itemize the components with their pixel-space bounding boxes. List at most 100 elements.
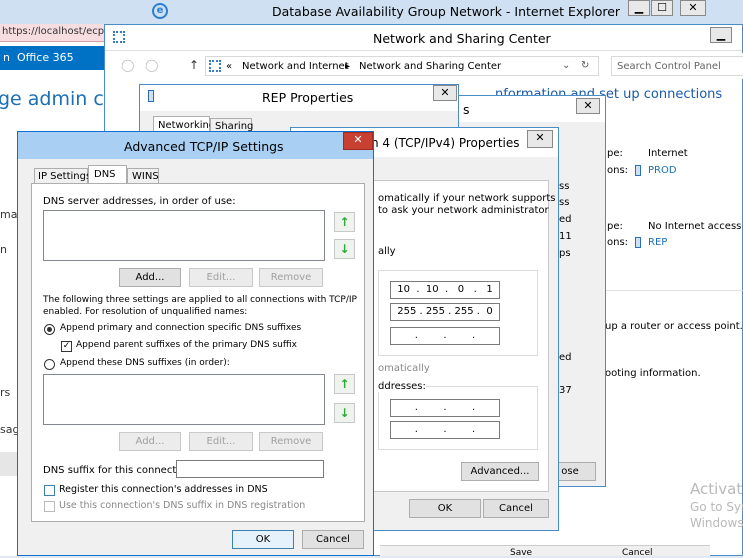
activate-windows-2: Go to Sys bbox=[690, 500, 743, 514]
ipv4-auto-dns-label: omatically bbox=[378, 363, 430, 374]
search-input[interactable]: Search Control Panel bbox=[611, 56, 743, 76]
refresh-icon[interactable]: ↻ bbox=[581, 60, 589, 71]
radio-append-these[interactable] bbox=[44, 359, 55, 370]
minimize-button[interactable]: ▁ bbox=[628, 0, 650, 16]
breadcrumb[interactable]: « Network and Internet ▸ Network and Sha… bbox=[205, 56, 599, 76]
dns-servers-list[interactable] bbox=[43, 210, 325, 261]
breadcrumb-item-nsc[interactable]: Network and Sharing Center bbox=[359, 61, 501, 72]
status-frag-4: 11 bbox=[559, 231, 572, 242]
tab-wins[interactable]: WINS bbox=[127, 168, 159, 184]
connections-label-2: ons: bbox=[607, 237, 629, 248]
suffix-edit-label: Edit... bbox=[206, 436, 236, 447]
advanced-cancel-label: Cancel bbox=[316, 534, 350, 545]
alternate-dns-field[interactable]: . . . bbox=[390, 421, 500, 439]
status-frag-5: ps bbox=[559, 248, 571, 259]
forward-arrow-icon[interactable]: ◯ bbox=[145, 58, 158, 72]
ethernet-close-label: ose bbox=[561, 466, 579, 477]
tab-ip-settings-label: IP Settings bbox=[38, 171, 92, 182]
suffix-add-button[interactable]: Add... bbox=[119, 432, 181, 451]
radio-selected-dot bbox=[47, 327, 52, 332]
suffix-remove-button[interactable]: Remove bbox=[259, 432, 323, 451]
troubleshoot-text[interactable]: ooting information. bbox=[605, 368, 701, 379]
dns-edit-button[interactable]: Edit... bbox=[189, 268, 253, 287]
dns-add-label: Add... bbox=[135, 272, 165, 283]
breadcrumb-item-network[interactable]: Network and Internet bbox=[242, 61, 349, 72]
suffix-remove-label: Remove bbox=[270, 436, 312, 447]
tab-networking-label: Networking bbox=[158, 120, 216, 131]
breadcrumb-separator: ▸ bbox=[345, 61, 351, 72]
dns-tab-panel: DNS server addresses, in order of use: ↑… bbox=[31, 183, 365, 522]
tab-wins-label: WINS bbox=[132, 171, 159, 182]
underlying-cancel-button[interactable]: Cancel bbox=[622, 548, 653, 558]
office-nav-menu-icon[interactable]: n bbox=[3, 51, 10, 64]
back-arrow-icon[interactable]: ◯ bbox=[121, 58, 134, 72]
status-frag-3: ed bbox=[559, 214, 572, 225]
advanced-close-button[interactable]: ✕ bbox=[343, 132, 373, 150]
ipv4-cancel-button[interactable]: Cancel bbox=[483, 499, 549, 518]
left-fragment-3[interactable]: rs bbox=[0, 386, 10, 399]
dropdown-icon[interactable]: ⌄ bbox=[562, 60, 570, 71]
setup-connection-text[interactable]: up a router or access point. bbox=[605, 321, 743, 332]
advanced-cancel-button[interactable]: Cancel bbox=[302, 530, 364, 549]
connection-link-prod[interactable]: PROD bbox=[648, 165, 677, 176]
suffix-edit-button[interactable]: Edit... bbox=[189, 432, 253, 451]
status-frag-2: ss bbox=[559, 197, 570, 208]
ipv4-close-button[interactable]: ✕ bbox=[527, 130, 553, 148]
suffix-add-label: Add... bbox=[135, 436, 165, 447]
connections-label-1: ons: bbox=[607, 165, 629, 176]
checkbox-use-suffix[interactable] bbox=[44, 501, 55, 512]
up-arrow-icon[interactable]: ↑ bbox=[189, 58, 199, 72]
dns-suffix-input[interactable] bbox=[176, 460, 324, 478]
tab-dns-label: DNS bbox=[94, 169, 116, 180]
advanced-button[interactable]: Advanced... bbox=[461, 462, 539, 481]
rep-close-button[interactable]: ✕ bbox=[433, 85, 457, 101]
tab-ip-settings[interactable]: IP Settings bbox=[34, 168, 92, 184]
activate-windows-1: Activat bbox=[690, 480, 743, 498]
default-gateway-field[interactable]: . . . bbox=[390, 327, 500, 345]
move-down-icon[interactable]: ↓ bbox=[334, 239, 355, 259]
suffix-move-down-icon[interactable]: ↓ bbox=[334, 403, 355, 423]
dns-add-button[interactable]: Add... bbox=[119, 268, 181, 287]
advanced-tcpip-dialog: Advanced TCP/IP Settings ✕ IP Settings D… bbox=[17, 131, 374, 556]
subnet-mask-field[interactable]: 255 . 255 . 255 . 0 bbox=[390, 303, 500, 321]
maximize-button[interactable]: ☐ bbox=[651, 0, 673, 16]
checkbox-register[interactable] bbox=[44, 485, 55, 496]
underlying-save-button[interactable]: Save bbox=[510, 548, 532, 558]
left-fragment-1[interactable]: ma bbox=[0, 208, 17, 221]
nsc-title-bar: Network and Sharing Center ▁ bbox=[105, 25, 742, 51]
tab-dns[interactable]: DNS bbox=[88, 165, 127, 184]
ipv4-dns-group bbox=[378, 386, 538, 450]
checkbox-register-label: Register this connection's addresses in … bbox=[59, 484, 268, 495]
network-icon bbox=[113, 31, 125, 43]
rep-network-icon bbox=[148, 90, 154, 102]
move-up-icon[interactable]: ↑ bbox=[334, 212, 355, 232]
preferred-dns-field[interactable]: . . . bbox=[390, 399, 500, 417]
ipv4-ok-button[interactable]: OK bbox=[409, 499, 481, 518]
advanced-ok-button[interactable]: OK bbox=[232, 530, 294, 549]
search-placeholder: Search Control Panel bbox=[617, 61, 721, 72]
office-nav-title[interactable]: Office 365 bbox=[17, 51, 74, 64]
control-panel-icon bbox=[209, 60, 221, 72]
radio-append-primary[interactable] bbox=[44, 324, 55, 335]
left-fragment-2[interactable]: n bbox=[0, 243, 7, 256]
underlying-bottom-bar: Save Cancel bbox=[380, 545, 710, 558]
suffix-move-up-icon[interactable]: ↑ bbox=[334, 374, 355, 394]
checkbox-parent-suffixes[interactable]: ✓ bbox=[61, 341, 72, 352]
dns-remove-button[interactable]: Remove bbox=[259, 268, 323, 287]
connection-link-rep[interactable]: REP bbox=[648, 237, 667, 248]
dns-suffixes-list[interactable] bbox=[43, 374, 325, 425]
close-button[interactable]: ✕ bbox=[680, 0, 706, 16]
nsc-minimize-button[interactable]: ▁ bbox=[710, 27, 732, 43]
ethernet-status-close-button[interactable]: ✕ bbox=[576, 98, 600, 114]
nsc-title: Network and Sharing Center bbox=[373, 31, 551, 46]
checkbox-parent-suffixes-label: Append parent suffixes of the primary DN… bbox=[76, 340, 297, 350]
nsc-divider bbox=[605, 290, 743, 291]
nsc-nav-bar: ◯ ◯ ↑ « Network and Internet ▸ Network a… bbox=[105, 53, 743, 79]
radio-append-primary-label: Append primary and connection specific D… bbox=[60, 323, 302, 333]
dns-servers-label: DNS server addresses, in order of use: bbox=[43, 196, 236, 207]
dns-edit-label: Edit... bbox=[206, 272, 236, 283]
ie-address-bar[interactable]: https://localhost/ecp/ bbox=[0, 24, 110, 42]
ip-address-field[interactable]: 10 . 10 . 0 . 1 bbox=[390, 281, 500, 299]
ethernet-status-title: s bbox=[463, 102, 470, 117]
dns-remove-label: Remove bbox=[270, 272, 312, 283]
